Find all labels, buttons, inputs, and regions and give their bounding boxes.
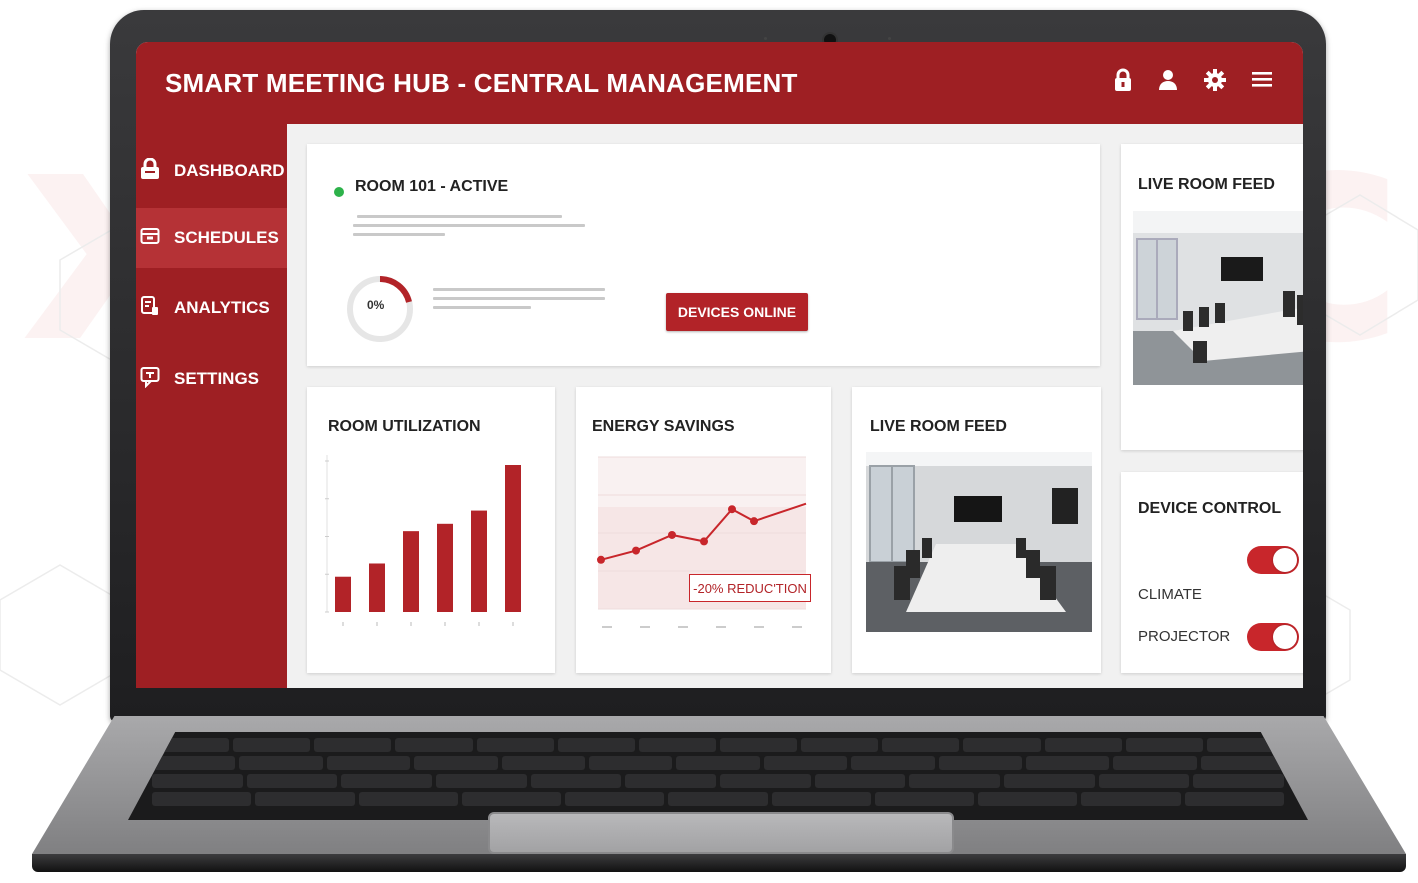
data-point — [632, 546, 640, 555]
live-feed-card: LIVE ROOM FEED — [852, 387, 1101, 673]
bar — [369, 563, 385, 612]
gear-icon[interactable] — [1203, 68, 1227, 92]
side-live-feed-card: LIVE ROOM FEED — [1121, 144, 1303, 450]
app-screen: SMART MEETING HUB - CENTRAL MANAGEMENT D… — [136, 42, 1303, 688]
sidebar-item-dashboard[interactable]: DASHBOARD — [136, 141, 287, 201]
status-indicator — [334, 187, 344, 197]
projector-toggle[interactable] — [1247, 623, 1299, 651]
analytics-icon — [140, 295, 174, 322]
sidebar-item-label: SETTINGS — [174, 369, 260, 388]
settings-icon — [140, 366, 174, 393]
room-utilization-chart — [325, 455, 521, 626]
room-status-title: ROOM 101 - ACTIVE — [355, 178, 509, 195]
climate-label: CLIMATE — [1138, 586, 1202, 603]
data-point — [668, 530, 676, 539]
bar — [335, 576, 351, 612]
laptop-base — [32, 716, 1406, 872]
reduction-callout: -20% REDUC'TION — [689, 574, 811, 602]
energy-savings-chart — [597, 456, 807, 628]
user-icon[interactable] — [1157, 68, 1179, 92]
climate-toggle[interactable] — [1247, 546, 1299, 574]
data-point — [700, 537, 708, 546]
energy-savings-card: ENERGY SAVINGS -20% REDUC'TION — [576, 387, 831, 673]
bar — [403, 531, 419, 612]
data-point — [750, 517, 758, 526]
bar — [437, 523, 453, 612]
sidebar-item-label: ANALYTICS — [174, 298, 270, 317]
app-title: SMART MEETING HUB - CENTRAL MANAGEMENT — [165, 67, 798, 98]
lock-icon — [140, 157, 174, 185]
calendar-icon — [140, 226, 174, 251]
sidebar-item-label: SCHEDULES — [174, 228, 279, 247]
devices-online-button[interactable]: DEVICES ONLINE — [666, 293, 808, 331]
side-live-feed-image[interactable] — [1133, 211, 1303, 385]
keyboard — [128, 732, 1308, 820]
room-status-card: ROOM 101 - ACTIVE 0% DEVICES ONLINE — [307, 144, 1100, 366]
data-point — [597, 555, 605, 564]
menu-icon[interactable] — [1251, 68, 1273, 92]
sidebar-item-settings[interactable]: SETTINGS — [136, 349, 287, 409]
bar — [471, 510, 487, 612]
data-point — [728, 505, 736, 514]
bar — [505, 465, 521, 612]
device-control-card: DEVICE CONTROL CLIMATE PROJECTOR — [1121, 472, 1303, 673]
device-control-title: DEVICE CONTROL — [1138, 500, 1282, 517]
trackpad[interactable] — [488, 812, 954, 854]
gauge-value: 0% — [367, 298, 385, 312]
app-header: SMART MEETING HUB - CENTRAL MANAGEMENT — [136, 42, 1303, 124]
live-feed-title: LIVE ROOM FEED — [870, 418, 1007, 435]
reduction-label: -20% REDUC'TION — [693, 580, 807, 596]
lock-icon[interactable] — [1113, 68, 1133, 92]
side-live-feed-title: LIVE ROOM FEED — [1138, 176, 1275, 193]
projector-label: PROJECTOR — [1138, 628, 1231, 645]
sidebar-item-label: DASHBOARD — [174, 161, 285, 180]
sidebar-item-schedules[interactable]: SCHEDULES — [136, 208, 287, 268]
sidebar-item-analytics[interactable]: ANALYTICS — [136, 278, 287, 338]
live-feed-image[interactable] — [866, 452, 1092, 632]
room-utilization-card: ROOM UTILIZATION — [307, 387, 555, 673]
sidebar: DASHBOARD SCHEDULES ANALYTICS SETTINGS — [136, 124, 287, 688]
